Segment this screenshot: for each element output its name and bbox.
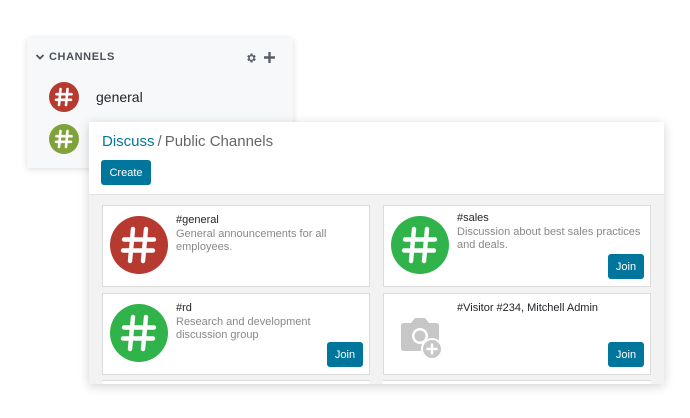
channel-name: #general <box>176 214 219 226</box>
gear-icon[interactable] <box>245 52 257 64</box>
hash-icon <box>49 82 79 112</box>
channel-logo <box>110 304 168 362</box>
channel-card-sales[interactable]: #sales Discussion about best sales pract… <box>383 205 651 287</box>
create-button[interactable]: Create <box>101 160 151 185</box>
public-channels-window: Discuss / Public Channels Create #general … <box>89 122 664 384</box>
chevron-down-icon[interactable] <box>35 52 45 62</box>
channel-card-rd[interactable]: #rd Research and development discussion … <box>102 293 370 375</box>
breadcrumb: Discuss / Public Channels <box>102 133 273 150</box>
channels-header[interactable]: CHANNELS <box>27 38 293 76</box>
channel-description: Discussion about best sales practices an… <box>457 226 641 251</box>
hash-icon <box>110 216 168 274</box>
hash-icon <box>391 216 449 274</box>
channel-name: #Visitor #234, Mitchell Admin <box>457 302 599 314</box>
channel-logo <box>110 216 168 274</box>
channel-logo <box>391 304 449 362</box>
camera-add-icon <box>401 318 443 360</box>
channel-card-partial <box>102 380 370 384</box>
page-title: Public Channels <box>164 133 274 150</box>
channel-avatar <box>49 124 79 154</box>
sidebar-item-general[interactable]: general <box>27 79 293 115</box>
channel-logo <box>391 216 449 274</box>
channel-description: Research and development discussion grou… <box>176 316 311 341</box>
plus-icon[interactable] <box>263 51 276 64</box>
sidebar-item-label: general <box>96 89 143 105</box>
join-button[interactable]: Join <box>327 342 363 367</box>
channel-card-visitor[interactable]: #Visitor #234, Mitchell Admin Join <box>383 293 651 375</box>
channel-description: General announcements for all employees. <box>176 228 327 253</box>
hash-icon <box>110 304 168 362</box>
channels-kanban: #general General announcements for all e… <box>89 195 664 384</box>
channel-avatar <box>49 82 79 112</box>
breadcrumb-discuss-link[interactable]: Discuss <box>102 133 155 150</box>
breadcrumb-separator: / <box>157 133 162 150</box>
channels-title: CHANNELS <box>49 51 115 63</box>
join-button[interactable]: Join <box>608 342 644 367</box>
channel-card-general[interactable]: #general General announcements for all e… <box>102 205 370 287</box>
control-panel: Discuss / Public Channels Create <box>89 122 664 195</box>
channel-name: #sales <box>457 212 489 224</box>
channel-name: #rd <box>176 302 192 314</box>
hash-icon <box>49 124 79 154</box>
join-button[interactable]: Join <box>608 254 644 279</box>
channel-card-partial <box>383 380 651 384</box>
